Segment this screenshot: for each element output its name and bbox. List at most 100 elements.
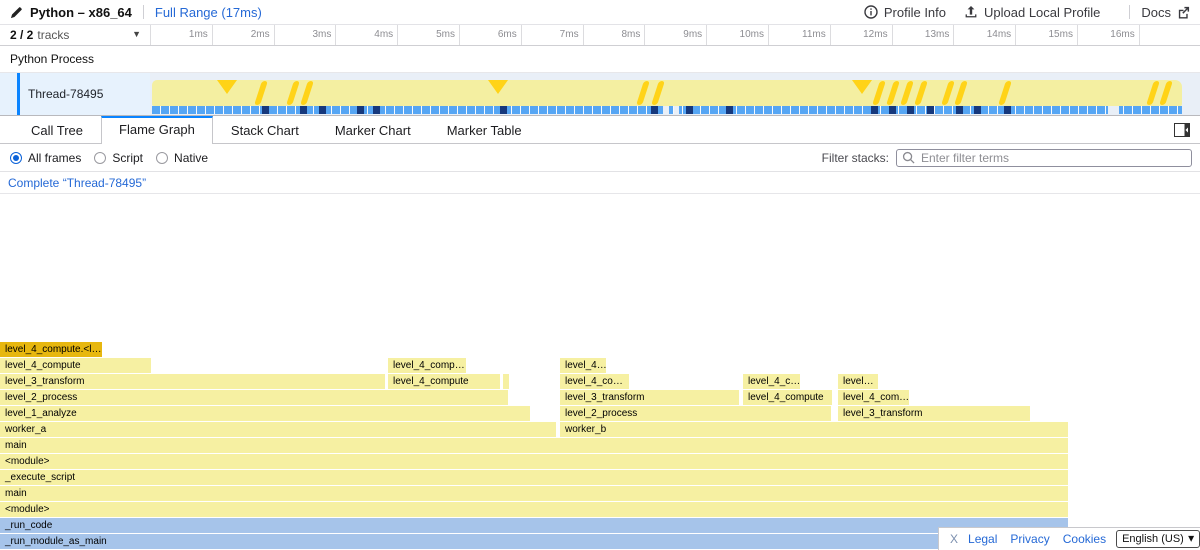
ruler-tick: 7ms bbox=[522, 25, 584, 45]
cpu-busy-segment bbox=[1004, 106, 1011, 114]
marker-slash-icon bbox=[886, 81, 900, 105]
flame-bar[interactable]: level_4_compute.<l… bbox=[0, 342, 102, 357]
marker-slash-icon bbox=[254, 81, 268, 105]
header-actions: Profile Info Upload Local Profile Docs bbox=[864, 5, 1200, 20]
flame-bar[interactable]: level_2_process bbox=[560, 406, 831, 421]
flame-bar[interactable]: level_4… bbox=[560, 358, 606, 373]
radio-native[interactable]: Native bbox=[156, 151, 208, 165]
edit-profile-name-icon[interactable] bbox=[10, 6, 23, 19]
radio-script[interactable]: Script bbox=[94, 151, 143, 165]
ruler-tick: 15ms bbox=[1016, 25, 1078, 45]
ruler-tick: 12ms bbox=[831, 25, 893, 45]
profile-info-label: Profile Info bbox=[884, 5, 946, 20]
upload-profile-button[interactable]: Upload Local Profile bbox=[964, 5, 1100, 20]
selected-track-accent bbox=[17, 73, 20, 115]
ruler-tick: 16ms bbox=[1078, 25, 1140, 45]
tab-marker-table[interactable]: Marker Table bbox=[429, 116, 540, 143]
flame-bar[interactable]: _run_code bbox=[0, 518, 1068, 533]
process-track-label: Python Process bbox=[10, 52, 94, 66]
cpu-busy-segment bbox=[651, 106, 658, 114]
tracks-dropdown-icon[interactable]: ▼ bbox=[132, 29, 141, 39]
filter-stacks: Filter stacks: bbox=[822, 149, 1192, 167]
tracks-summary-button[interactable]: 2 / 2 tracks ▼ bbox=[0, 25, 150, 45]
language-select[interactable]: English (US) bbox=[1116, 530, 1200, 548]
tab-list: Call TreeFlame GraphStack ChartMarker Ch… bbox=[13, 116, 540, 143]
cpu-busy-segment bbox=[974, 106, 981, 114]
radio-button[interactable] bbox=[10, 152, 22, 164]
flame-bar[interactable]: <module> bbox=[0, 502, 1068, 517]
marker-slash-icon bbox=[651, 81, 665, 105]
radio-label: Native bbox=[174, 151, 208, 165]
marker-slash-icon bbox=[998, 81, 1012, 105]
ruler-ticks: 1ms2ms3ms4ms5ms6ms7ms8ms9ms10ms11ms12ms1… bbox=[150, 25, 1200, 45]
cpu-busy-segment bbox=[889, 106, 896, 114]
flame-bar[interactable]: level_4_compute bbox=[743, 390, 832, 405]
track-python-process[interactable]: Python Process bbox=[0, 46, 1200, 73]
header-divider bbox=[1129, 5, 1130, 19]
ruler-tick: 1ms bbox=[151, 25, 213, 45]
docs-link[interactable]: Docs bbox=[1141, 5, 1190, 20]
footer-link-privacy[interactable]: Privacy bbox=[1010, 532, 1049, 546]
header-divider bbox=[143, 5, 144, 19]
flame-bar[interactable]: worker_a bbox=[0, 422, 556, 437]
flame-bar[interactable]: _run_module_as_main bbox=[0, 534, 1068, 549]
upload-label: Upload Local Profile bbox=[984, 5, 1100, 20]
flame-bar[interactable]: _execute_script bbox=[0, 470, 1068, 485]
tab-call-tree[interactable]: Call Tree bbox=[13, 116, 101, 143]
footer-link-legal[interactable]: Legal bbox=[968, 532, 997, 546]
flame-bar[interactable]: level_4_comp… bbox=[388, 358, 466, 373]
filter-stacks-input[interactable] bbox=[896, 149, 1192, 167]
breadcrumb: Complete “Thread-78495” bbox=[0, 172, 1200, 194]
radio-all-frames[interactable]: All frames bbox=[10, 151, 81, 165]
footer-link-cookies[interactable]: Cookies bbox=[1063, 532, 1106, 546]
ruler-tick: 14ms bbox=[954, 25, 1016, 45]
tab-stack-chart[interactable]: Stack Chart bbox=[213, 116, 317, 143]
panel-tabbar: Call TreeFlame GraphStack ChartMarker Ch… bbox=[0, 116, 1200, 144]
timeline-ruler[interactable]: 2 / 2 tracks ▼ 1ms2ms3ms4ms5ms6ms7ms8ms9… bbox=[0, 25, 1200, 46]
sidebar-toggle-icon[interactable] bbox=[1174, 123, 1190, 137]
marker-slash-icon bbox=[954, 81, 968, 105]
flame-bar[interactable]: level_4_compute bbox=[0, 358, 151, 373]
flame-graph[interactable]: level_4_compute.<l…level_4_computelevel_… bbox=[0, 194, 1200, 550]
tab-marker-chart[interactable]: Marker Chart bbox=[317, 116, 429, 143]
upload-icon bbox=[964, 5, 978, 19]
cpu-busy-segment bbox=[262, 106, 269, 114]
flame-bar[interactable]: level_2_process bbox=[0, 390, 508, 405]
docs-label: Docs bbox=[1141, 5, 1171, 20]
tracks-word: tracks bbox=[37, 28, 69, 42]
flame-bar[interactable]: level_4_com… bbox=[838, 390, 909, 405]
flame-bar[interactable]: level_4_compute bbox=[388, 374, 500, 389]
flame-bar[interactable] bbox=[503, 374, 509, 389]
activity-strip[interactable] bbox=[152, 106, 1182, 114]
track-activity-graph[interactable] bbox=[152, 80, 1182, 106]
flame-bar[interactable]: main bbox=[0, 486, 1068, 501]
full-range-button[interactable]: Full Range (17ms) bbox=[155, 5, 262, 20]
flame-bar[interactable]: <module> bbox=[0, 454, 1068, 469]
cpu-idle-gap bbox=[674, 106, 679, 114]
breadcrumb-complete-thread[interactable]: Complete “Thread-78495” bbox=[8, 176, 146, 190]
cpu-idle-gap bbox=[1108, 106, 1119, 114]
flame-bar[interactable]: level_3_transform bbox=[838, 406, 1030, 421]
marker-slash-icon bbox=[300, 81, 314, 105]
cpu-busy-segment bbox=[300, 106, 307, 114]
profiler-window: Python – x86_64 Full Range (17ms) Profil… bbox=[0, 0, 1200, 550]
track-graph-cell[interactable] bbox=[150, 73, 1200, 115]
flame-bar[interactable]: worker_b bbox=[560, 422, 1068, 437]
flame-bar[interactable]: level_4_c… bbox=[743, 374, 800, 389]
profile-info-button[interactable]: Profile Info bbox=[864, 5, 946, 20]
flame-bar[interactable]: level… bbox=[838, 374, 878, 389]
flame-bar[interactable]: level_1_analyze bbox=[0, 406, 530, 421]
ruler-tick: 4ms bbox=[336, 25, 398, 45]
radio-button[interactable] bbox=[156, 152, 168, 164]
flame-bar[interactable]: level_3_transform bbox=[560, 390, 739, 405]
tab-flame-graph[interactable]: Flame Graph bbox=[101, 116, 213, 144]
radio-button[interactable] bbox=[94, 152, 106, 164]
flame-bar[interactable]: level_4_co… bbox=[560, 374, 629, 389]
filter-searchbox bbox=[896, 149, 1192, 167]
thread-label-cell[interactable]: Thread-78495 bbox=[0, 73, 150, 115]
footer-close-button[interactable]: X bbox=[950, 532, 958, 546]
flame-bar[interactable]: level_3_transform bbox=[0, 374, 385, 389]
ruler-tick: 3ms bbox=[275, 25, 337, 45]
flame-bar[interactable]: main bbox=[0, 438, 1068, 453]
track-thread[interactable]: Thread-78495 bbox=[0, 73, 1200, 116]
